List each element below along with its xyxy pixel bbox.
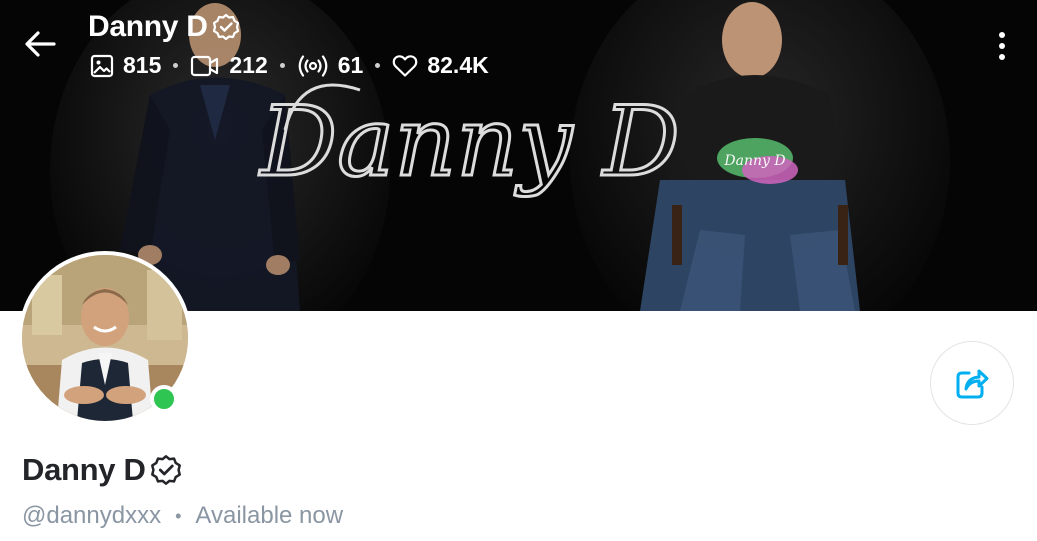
username: @dannydxxx [22,502,162,529]
stat-likes[interactable]: 82.4K [392,52,489,79]
stat-videos[interactable]: 212 [190,52,268,79]
profile-name: Danny D [22,452,182,488]
handle-separator: • [175,505,182,526]
header-title: Danny D [88,10,240,44]
back-arrow-icon [24,30,56,63]
more-vertical-icon [999,32,1005,38]
more-options-button[interactable] [987,26,1017,66]
online-status-indicator [150,385,178,413]
cover-signature: Danny D [258,86,680,198]
video-camera-icon [191,55,219,76]
verified-badge-icon [212,13,240,41]
stat-separator [173,63,179,68]
profile-stats: 815 212 61 82.4K [90,52,489,79]
stat-likes-count: 82.4K [427,52,489,78]
stat-streams[interactable]: 61 [297,52,364,79]
header-display-name: Danny D [88,10,208,43]
share-icon [956,369,989,399]
image-icon [90,54,114,77]
share-profile-button[interactable] [930,341,1014,425]
stat-photos-count: 815 [123,52,162,78]
verified-badge-icon [150,454,182,486]
display-name: Danny D [22,452,146,487]
back-button[interactable] [20,26,60,66]
stat-streams-count: 61 [337,52,364,78]
stat-photos[interactable]: 815 [90,52,161,79]
stat-videos-count: 212 [229,52,268,78]
heart-icon [393,54,418,77]
hoodie-logo-text: Danny D [723,153,785,169]
profile-handle-row: @dannydxxx • Available now [22,502,343,530]
broadcast-icon [298,54,328,77]
stat-separator [279,63,285,68]
availability-status: Available now [195,502,344,529]
stat-separator [375,63,381,68]
profile-header-bar: Danny D 815 212 61 82.4K [0,0,1037,90]
